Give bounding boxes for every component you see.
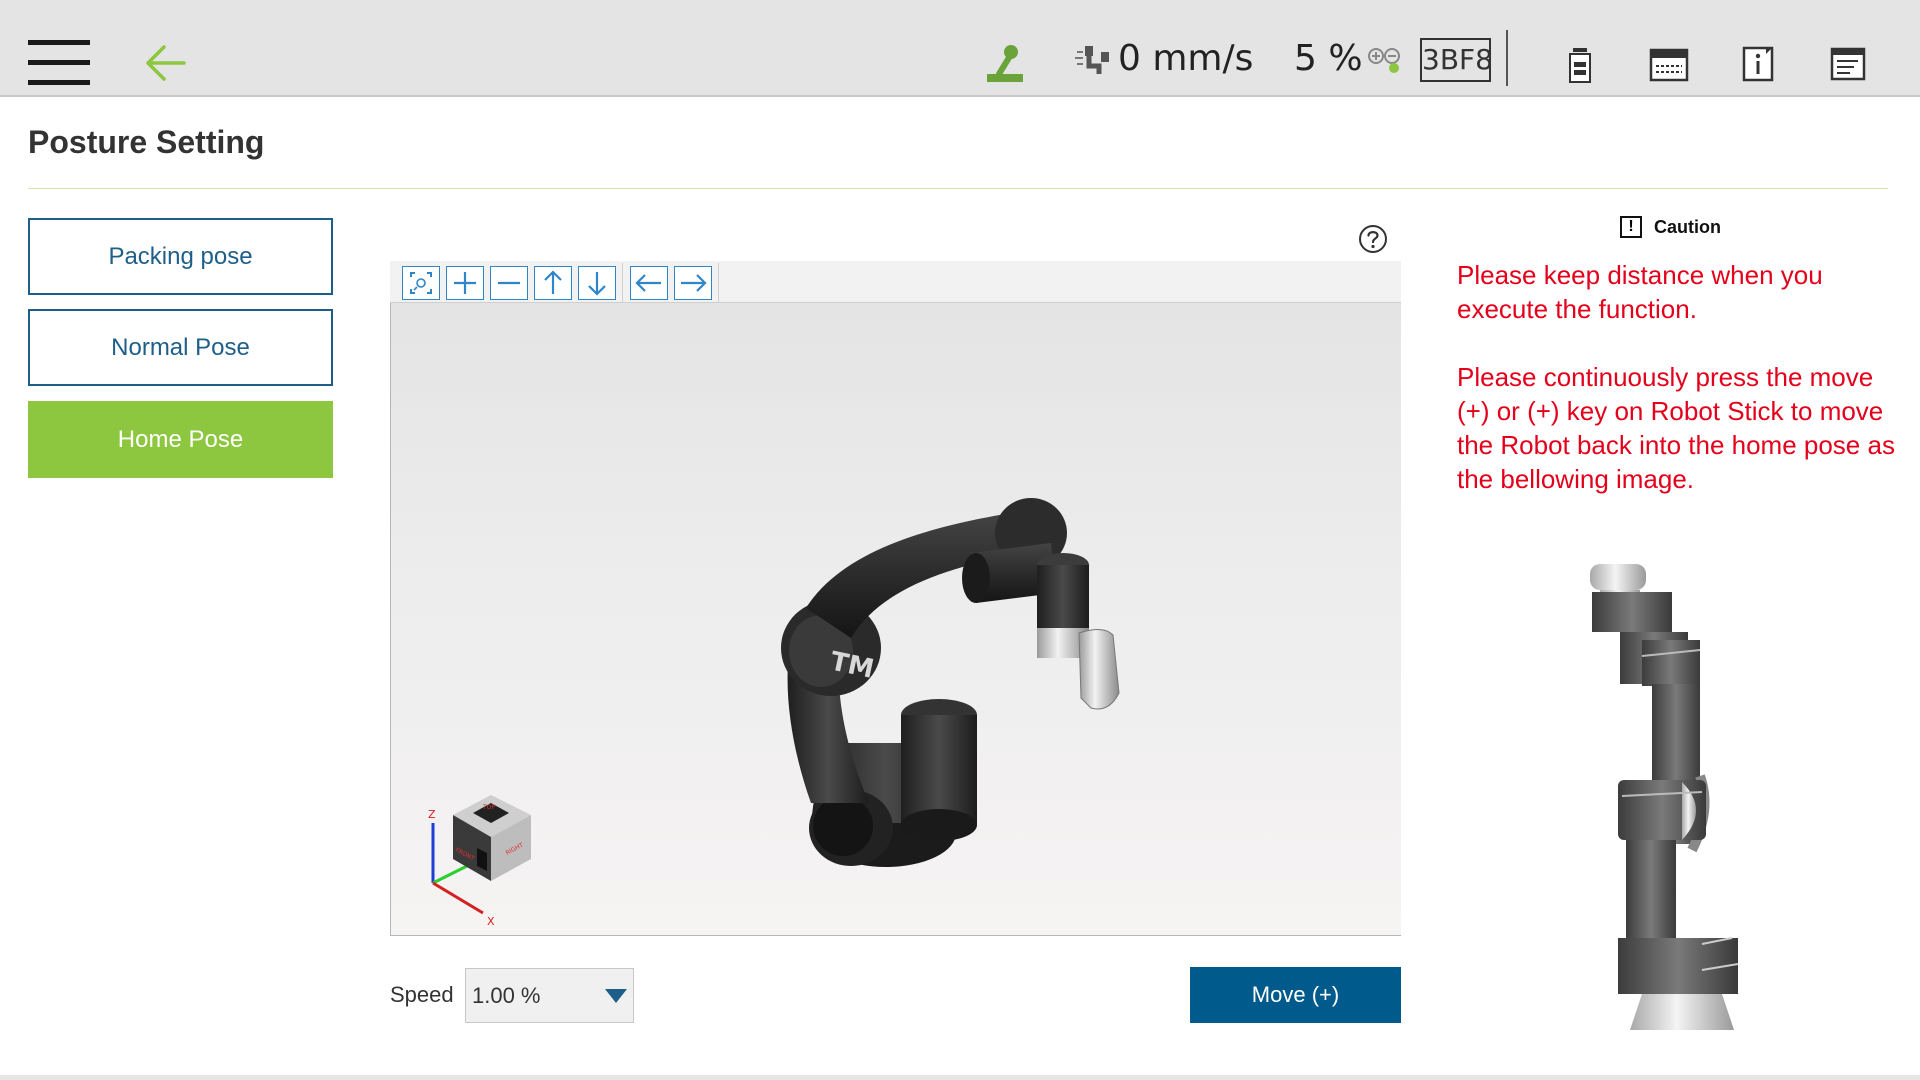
notes-icon[interactable] [1828, 44, 1868, 84]
help-icon[interactable] [1358, 224, 1388, 254]
speed-label: Speed [390, 982, 454, 1007]
zoom-in-icon[interactable] [446, 266, 484, 300]
arrow-down-icon[interactable] [578, 266, 616, 300]
home-pose-reference-image [1590, 564, 1739, 1030]
bottom-divider [0, 1075, 1920, 1080]
move-plus-button[interactable]: Move (+) [1190, 967, 1401, 1023]
chevron-down-icon [605, 989, 627, 1003]
topbar-divider [1506, 30, 1508, 86]
axis-x-label: X [487, 915, 495, 928]
caution-text-distance: Please keep distance when you execute th… [1457, 260, 1823, 324]
cube-top-label: TOP [482, 804, 495, 811]
speed-dropdown[interactable]: 1.00 % [465, 968, 634, 1023]
battery-icon[interactable] [1560, 44, 1600, 84]
keyboard-icon[interactable] [1648, 44, 1690, 84]
robot-3d-model: TM Z X TOP FRONT RIGHT [428, 498, 1120, 928]
device-code-badge: 3BF8 [1420, 38, 1493, 82]
normal-pose-button[interactable]: Normal Pose [28, 309, 333, 386]
tcp-speed-value: 0 mm/s [1118, 38, 1254, 79]
info-icon[interactable] [1738, 44, 1778, 84]
packing-pose-button[interactable]: Packing pose [28, 218, 333, 295]
title-divider [28, 188, 1888, 189]
caution-title: Caution [1654, 217, 1721, 237]
fit-view-icon[interactable] [402, 266, 440, 300]
toolbar-separator [622, 263, 623, 303]
link-status-icon [1368, 48, 1400, 73]
robot-speed-icon [1075, 46, 1109, 74]
home-pose-button[interactable]: Home Pose [28, 401, 333, 478]
caution-text-instructions: Please continuously press the move (+) o… [1457, 362, 1895, 494]
joystick-icon[interactable] [985, 44, 1025, 84]
robot-3d-viewport[interactable]: TM Z X TOP FRONT RIGHT [390, 303, 1401, 936]
zoom-out-icon[interactable] [490, 266, 528, 300]
back-arrow-icon[interactable] [142, 42, 188, 84]
top-bar: 0 mm/s 5 % 3BF8 [0, 0, 1920, 97]
menu-icon[interactable] [28, 40, 90, 86]
toolbar-separator [718, 263, 719, 303]
speed-dropdown-value: 1.00 % [472, 983, 541, 1008]
axis-z-label: Z [428, 808, 436, 821]
page-title: Posture Setting [28, 124, 265, 160]
warning-icon: ! [1620, 216, 1642, 238]
viewer-toolbar [390, 261, 1401, 303]
speed-percent-value: 5 % [1294, 38, 1363, 79]
arrow-left-icon[interactable] [630, 266, 668, 300]
arrow-right-icon[interactable] [674, 266, 712, 300]
arrow-up-icon[interactable] [534, 266, 572, 300]
